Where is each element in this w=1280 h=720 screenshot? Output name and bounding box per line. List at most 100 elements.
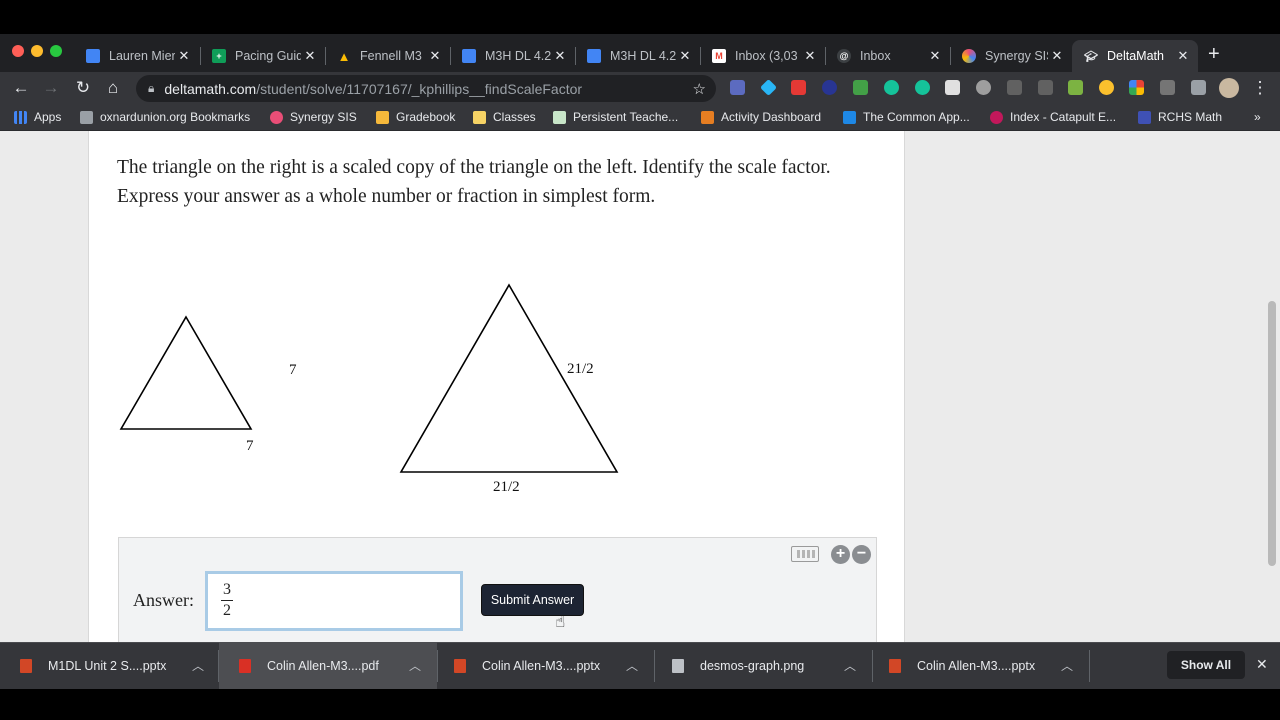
tab-m3h-dl-2[interactable]: M3H DL 4.2 ✕ bbox=[575, 40, 700, 72]
keyboard-icon[interactable] bbox=[791, 546, 819, 562]
download-name: Colin Allen-M3....pptx bbox=[482, 658, 601, 673]
bookmark-label: Synergy SIS bbox=[290, 110, 357, 124]
extension-k-icon[interactable] bbox=[822, 80, 837, 95]
small-triangle-base-label: 7 bbox=[246, 438, 254, 454]
scrollbar-thumb[interactable] bbox=[1268, 301, 1276, 566]
extension-red-icon[interactable] bbox=[791, 80, 806, 95]
close-tab-icon[interactable]: ✕ bbox=[1174, 48, 1192, 64]
bookmark-synergy[interactable]: Synergy SIS bbox=[270, 110, 357, 124]
bookmark-gradebook[interactable]: Gradebook bbox=[376, 110, 455, 124]
extension-download-icon[interactable] bbox=[1007, 80, 1022, 95]
close-window-button[interactable] bbox=[12, 45, 24, 57]
bookmark-common-app[interactable]: The Common App... bbox=[843, 110, 970, 124]
chevron-up-icon[interactable]: ︿ bbox=[1061, 657, 1073, 674]
puzzle-extensions-icon[interactable] bbox=[1191, 80, 1206, 95]
extension-green-icon[interactable] bbox=[853, 80, 868, 95]
download-item[interactable]: desmos-graph.png ︿ bbox=[652, 642, 870, 689]
extension-tool-icon[interactable] bbox=[1160, 80, 1175, 95]
ptc-icon bbox=[553, 110, 566, 124]
answer-input[interactable]: 3 2 bbox=[205, 571, 463, 631]
extension-grid-icon[interactable] bbox=[730, 80, 745, 95]
extension-white-icon[interactable] bbox=[945, 80, 960, 95]
tab-title: M3H DL 4.2 bbox=[610, 49, 676, 63]
bookmark-activity-dashboard[interactable]: Activity Dashboard bbox=[701, 110, 821, 124]
tab-m3h-dl-1[interactable]: M3H DL 4.2 ✕ bbox=[450, 40, 575, 72]
gmail-icon: M bbox=[712, 49, 726, 63]
maximize-window-button[interactable] bbox=[50, 45, 62, 57]
more-bookmarks-button[interactable]: » bbox=[1254, 110, 1261, 124]
close-downloads-icon[interactable]: ✕ bbox=[1256, 656, 1268, 673]
close-tab-icon[interactable]: ✕ bbox=[801, 48, 819, 64]
bookmark-persistent-teacher[interactable]: Persistent Teache... bbox=[553, 110, 678, 124]
bookmark-star-icon[interactable]: ☆ bbox=[693, 80, 706, 98]
screen: Lauren Mier ✕ + Pacing Guid ✕ ▲ Fennell … bbox=[0, 0, 1280, 720]
bookmark-apps[interactable]: Apps bbox=[14, 110, 61, 124]
close-tab-icon[interactable]: ✕ bbox=[175, 48, 193, 64]
tab-lauren[interactable]: Lauren Mier ✕ bbox=[74, 40, 199, 72]
extension-download-2-icon[interactable] bbox=[1038, 80, 1053, 95]
extension-thumbs-up-icon[interactable] bbox=[1099, 80, 1114, 95]
menu-dots-icon[interactable]: ⋮ bbox=[1250, 78, 1270, 98]
docs-icon bbox=[587, 49, 601, 63]
home-icon[interactable]: ⌂ bbox=[103, 78, 123, 98]
extension-badge-icon[interactable] bbox=[1068, 80, 1083, 95]
close-tab-icon[interactable]: ✕ bbox=[426, 48, 444, 64]
grammarly-2-icon[interactable] bbox=[915, 80, 930, 95]
chevron-up-icon[interactable]: ︿ bbox=[844, 657, 856, 674]
download-item[interactable]: Colin Allen-M3....pptx ︿ bbox=[869, 642, 1087, 689]
synergy-icon bbox=[962, 49, 976, 63]
answer-label: Answer: bbox=[133, 590, 194, 610]
synergy-icon bbox=[270, 110, 283, 124]
tab-title: M3H DL 4.2 bbox=[485, 49, 551, 63]
bookmark-rchs-math[interactable]: RCHS Math bbox=[1138, 110, 1222, 124]
large-triangle-side-label: 21/2 bbox=[567, 361, 594, 377]
common-app-icon bbox=[843, 110, 856, 124]
chevron-up-icon[interactable]: ︿ bbox=[626, 657, 638, 674]
submit-answer-button[interactable]: Submit Answer bbox=[481, 584, 584, 616]
download-item[interactable]: Colin Allen-M3....pdf ︿ bbox=[219, 642, 437, 689]
tab-deltamath[interactable]: 🎓︎ DeltaMath ✕ bbox=[1072, 40, 1198, 72]
bookmark-label: RCHS Math bbox=[1158, 110, 1223, 124]
zoom-in-icon[interactable]: + bbox=[831, 545, 850, 564]
bookmark-oxnardunion[interactable]: oxnardunion.org Bookmarks bbox=[80, 110, 250, 124]
profile-avatar[interactable] bbox=[1219, 78, 1239, 98]
graduation-cap-icon: 🎓︎ bbox=[1084, 50, 1098, 63]
chevron-up-icon[interactable]: ︿ bbox=[409, 657, 421, 674]
show-all-downloads-button[interactable]: Show All bbox=[1167, 651, 1245, 679]
close-tab-icon[interactable]: ✕ bbox=[551, 48, 569, 64]
tab-gmail-inbox[interactable]: M Inbox (3,03 ✕ bbox=[700, 40, 825, 72]
large-triangle bbox=[399, 283, 619, 473]
problem-statement: The triangle on the right is a scaled co… bbox=[117, 157, 831, 207]
close-tab-icon[interactable]: ✕ bbox=[926, 48, 944, 64]
close-tab-icon[interactable]: ✕ bbox=[301, 48, 319, 64]
close-tab-icon[interactable]: ✕ bbox=[1048, 48, 1066, 64]
extension-apps-icon[interactable] bbox=[1129, 80, 1144, 95]
fraction-answer: 3 2 bbox=[221, 581, 233, 620]
image-file-icon bbox=[672, 658, 684, 673]
tab-inbox[interactable]: @ Inbox ✕ bbox=[825, 40, 950, 72]
rchs-icon bbox=[1138, 110, 1151, 124]
back-arrow-icon[interactable]: ← bbox=[11, 78, 31, 98]
pptx-file-icon bbox=[454, 658, 466, 673]
folder-icon bbox=[80, 110, 93, 124]
tab-fennell[interactable]: ▲ Fennell M3 ✕ bbox=[325, 40, 450, 72]
close-tab-icon[interactable]: ✕ bbox=[676, 48, 694, 64]
catapult-icon bbox=[990, 110, 1003, 124]
reload-icon[interactable]: ↻ bbox=[73, 78, 93, 98]
tab-synergy[interactable]: Synergy SIS ✕ bbox=[950, 40, 1072, 72]
new-tab-button[interactable]: + bbox=[1208, 43, 1220, 66]
bookmark-catapult[interactable]: Index - Catapult E... bbox=[990, 110, 1116, 124]
grammarly-icon[interactable] bbox=[884, 80, 899, 95]
bookmark-classes[interactable]: Classes bbox=[473, 110, 536, 124]
address-bar[interactable]: 🔒︎ deltamath.com/student/solve/11707167/… bbox=[136, 75, 716, 102]
forward-arrow-icon[interactable]: → bbox=[41, 78, 61, 98]
chevron-up-icon[interactable]: ︿ bbox=[192, 657, 204, 674]
url-path: /student/solve/11707167/_kphillips__find… bbox=[256, 80, 583, 97]
zoom-out-icon[interactable]: − bbox=[852, 545, 871, 564]
extension-gray-icon[interactable] bbox=[976, 80, 991, 95]
problem-card: The triangle on the right is a scaled co… bbox=[88, 131, 905, 642]
minimize-window-button[interactable] bbox=[31, 45, 43, 57]
download-item[interactable]: Colin Allen-M3....pptx ︿ bbox=[434, 642, 652, 689]
tab-pacing-guide[interactable]: + Pacing Guid ✕ bbox=[200, 40, 325, 72]
download-item[interactable]: M1DL Unit 2 S....pptx ︿ bbox=[0, 642, 218, 689]
